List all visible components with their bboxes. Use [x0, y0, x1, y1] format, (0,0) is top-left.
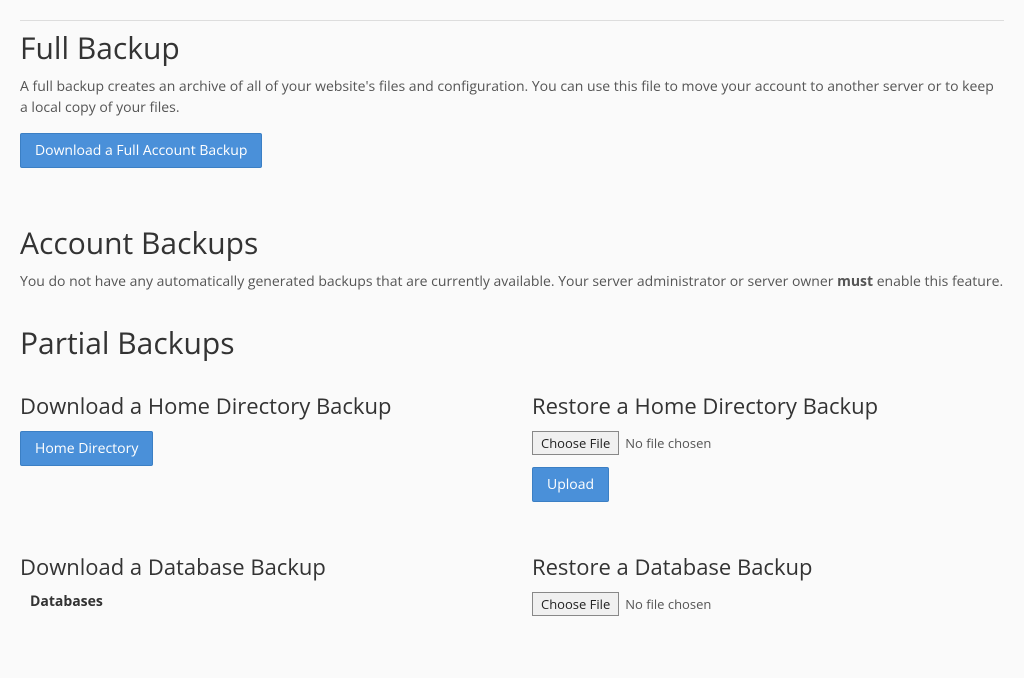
download-db-column: Download a Database Backup Databases: [20, 532, 492, 628]
full-backup-heading: Full Backup: [20, 27, 1004, 68]
databases-label: Databases: [30, 592, 492, 611]
download-db-heading: Download a Database Backup: [20, 552, 492, 582]
restore-db-column: Restore a Database Backup Choose File No…: [532, 532, 1004, 628]
restore-home-heading: Restore a Home Directory Backup: [532, 391, 1004, 421]
restore-home-choose-file-button[interactable]: Choose File: [532, 431, 619, 455]
restore-db-file-status: No file chosen: [625, 595, 711, 613]
restore-home-file-status: No file chosen: [625, 434, 711, 452]
full-backup-section: Full Backup A full backup creates an arc…: [20, 27, 1004, 168]
partial-backups-section: Partial Backups Download a Home Director…: [20, 322, 1004, 628]
restore-db-choose-file-button[interactable]: Choose File: [532, 592, 619, 616]
download-home-column: Download a Home Directory Backup Home Di…: [20, 371, 492, 502]
restore-home-upload-button[interactable]: Upload: [532, 467, 609, 502]
account-backups-text-bold: must: [837, 272, 873, 291]
account-backups-description: You do not have any automatically genera…: [20, 271, 1004, 292]
download-home-heading: Download a Home Directory Backup: [20, 391, 492, 421]
full-backup-description: A full backup creates an archive of all …: [20, 76, 1004, 118]
restore-home-column: Restore a Home Directory Backup Choose F…: [532, 371, 1004, 502]
account-backups-heading: Account Backups: [20, 222, 1004, 263]
download-full-backup-button[interactable]: Download a Full Account Backup: [20, 133, 262, 168]
restore-db-heading: Restore a Database Backup: [532, 552, 1004, 582]
account-backups-text-before: You do not have any automatically genera…: [20, 272, 837, 291]
top-divider: [20, 20, 1004, 21]
restore-home-file-input: Choose File No file chosen: [532, 431, 1004, 455]
restore-db-file-input: Choose File No file chosen: [532, 592, 1004, 616]
partial-backups-heading: Partial Backups: [20, 322, 1004, 363]
account-backups-section: Account Backups You do not have any auto…: [20, 222, 1004, 292]
account-backups-text-after: enable this feature.: [873, 272, 1003, 291]
download-home-directory-button[interactable]: Home Directory: [20, 431, 153, 466]
